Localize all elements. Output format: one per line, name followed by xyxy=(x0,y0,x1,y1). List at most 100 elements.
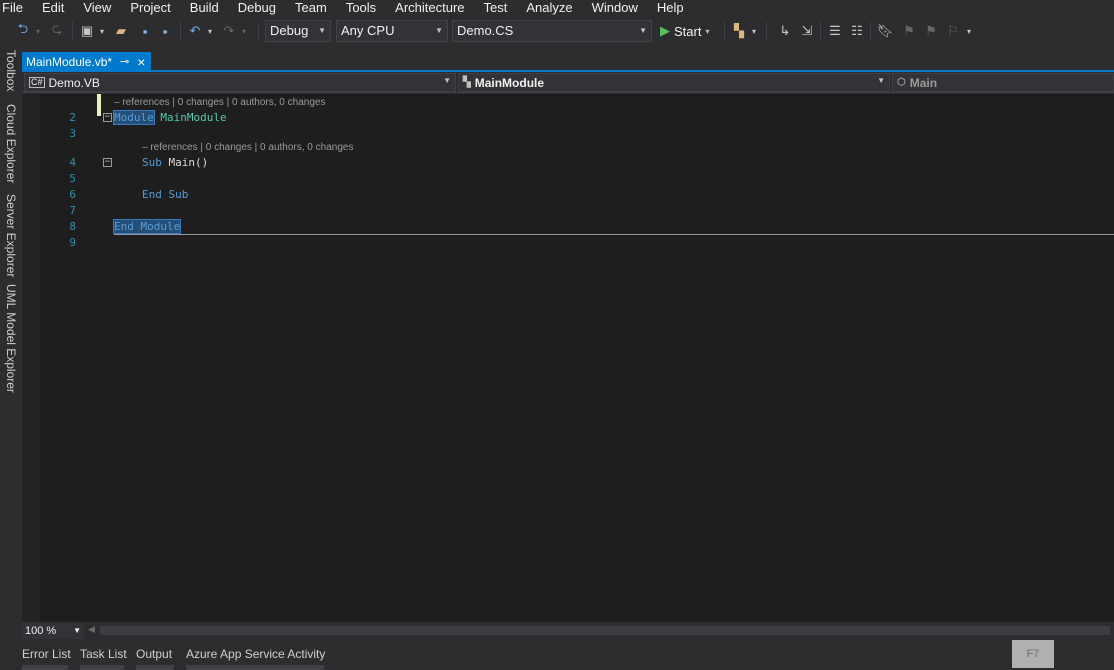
outdent-icon[interactable]: ☰ xyxy=(826,22,844,40)
startup-project-value: Demo.CS xyxy=(457,23,514,38)
browser-link-icon[interactable]: ▚ xyxy=(730,22,748,40)
bottom-tool-tabs: Error List Task List Output Azure App Se… xyxy=(0,640,1114,670)
code-line: Sub Main() xyxy=(142,156,208,169)
side-tab-server-explorer[interactable]: Server Explorer xyxy=(0,194,18,277)
line-number: 7 xyxy=(69,204,76,217)
back-dropdown-icon[interactable]: ▾ xyxy=(34,22,42,40)
menu-analyze[interactable]: Analyze xyxy=(526,0,581,15)
solution-configuration-select[interactable]: Debug ▼ xyxy=(265,20,331,42)
change-indicator xyxy=(97,94,101,116)
play-icon: ▶ xyxy=(660,23,670,38)
next-bookmark-icon[interactable]: ⚑ xyxy=(922,22,940,40)
zoom-select[interactable]: 100 % ▼ xyxy=(22,623,84,639)
menu-bar: File Edit View Project Build Debug Team … xyxy=(0,0,1114,15)
tab-task-list[interactable]: Task List xyxy=(80,647,127,661)
tab-output[interactable]: Output xyxy=(136,647,172,661)
menu-project[interactable]: Project xyxy=(130,0,179,15)
tab-indicator xyxy=(186,665,324,670)
startup-project-select[interactable]: Demo.CS ▼ xyxy=(452,20,652,42)
undo-icon[interactable]: ↶ xyxy=(186,22,204,40)
start-dropdown-icon[interactable]: ▾ xyxy=(705,27,709,36)
toolbar-separator xyxy=(820,22,821,40)
module-icon: ▚ xyxy=(463,77,471,88)
keystroke-label: F7 xyxy=(1026,648,1040,660)
toolbar-separator xyxy=(766,22,767,40)
toolbar-separator xyxy=(180,22,181,40)
identifier-token: Main() xyxy=(161,156,209,169)
keyword-token: Module xyxy=(113,110,155,125)
code-line: Module MainModule xyxy=(113,110,227,125)
clear-bookmarks-icon[interactable]: ⚐ xyxy=(944,22,962,40)
document-tab-strip: MainModule.vb* ⊸ × xyxy=(22,52,1114,72)
save-all-icon[interactable]: ▪ xyxy=(156,22,174,40)
start-label: Start xyxy=(674,23,702,39)
menu-view[interactable]: View xyxy=(83,0,120,15)
editor-status-strip: 100 % ▼ ◀ xyxy=(22,622,1114,639)
menu-build[interactable]: Build xyxy=(190,0,228,15)
save-icon[interactable]: ▪ xyxy=(136,22,154,40)
menu-test[interactable]: Test xyxy=(484,0,517,15)
chevron-down-icon: ▼ xyxy=(318,26,326,35)
close-icon[interactable]: × xyxy=(137,55,145,69)
toolbar-separator xyxy=(258,22,259,40)
toolbar-overflow-icon[interactable]: ▾ xyxy=(964,22,974,40)
bookmark-icon[interactable]: 🔖︎ xyxy=(876,22,894,40)
menu-help[interactable]: Help xyxy=(657,0,693,15)
side-tab-cloud-explorer[interactable]: Cloud Explorer xyxy=(0,104,18,183)
menu-edit[interactable]: Edit xyxy=(42,0,73,15)
side-tab-toolbox[interactable]: Toolbox xyxy=(0,50,18,91)
navigate-back-icon[interactable]: ⮌ xyxy=(14,21,32,40)
chevron-down-icon: ▼ xyxy=(435,26,443,35)
horizontal-scrollbar[interactable] xyxy=(100,626,1110,635)
side-tool-tabs: Toolbox Cloud Explorer Server Explorer U… xyxy=(0,48,18,643)
project-icon: C# xyxy=(29,77,45,88)
line-number: 6 xyxy=(69,188,76,201)
side-tab-uml-model-explorer[interactable]: UML Model Explorer xyxy=(0,284,18,393)
line-number: 2 xyxy=(69,111,76,124)
zoom-value: 100 % xyxy=(25,625,57,637)
previous-bookmark-icon[interactable]: ⚑ xyxy=(900,22,918,40)
indent-icon[interactable]: ☷ xyxy=(848,22,866,40)
new-dropdown-icon[interactable]: ▾ xyxy=(98,22,106,40)
type-value: MainModule xyxy=(474,75,545,90)
step-into-icon[interactable]: ↳ xyxy=(776,22,794,40)
codelens-module[interactable]: – references | 0 changes | 0 authors, 0 … xyxy=(114,97,325,108)
collapse-icon[interactable]: − xyxy=(103,113,112,122)
start-debugging-button[interactable]: ▶ Start ▾ xyxy=(660,20,709,42)
menu-architecture[interactable]: Architecture xyxy=(395,0,473,15)
menu-team[interactable]: Team xyxy=(295,0,336,15)
codelens-sub[interactable]: – references | 0 changes | 0 authors, 0 … xyxy=(142,142,353,153)
code-editor[interactable]: – references | 0 changes | 0 authors, 0 … xyxy=(22,94,1114,622)
menu-file[interactable]: File xyxy=(0,0,32,15)
member-select[interactable]: ⬡ Main xyxy=(892,73,1114,92)
toolbar-separator xyxy=(870,22,871,40)
tab-error-list[interactable]: Error List xyxy=(22,647,71,661)
tab-azure-app-service-activity[interactable]: Azure App Service Activity xyxy=(186,647,325,661)
tab-indicator xyxy=(80,665,124,670)
undo-dropdown-icon[interactable]: ▾ xyxy=(206,22,214,40)
chevron-down-icon: ▼ xyxy=(73,626,81,635)
browser-link-dropdown-icon[interactable]: ▾ xyxy=(750,22,758,40)
document-tab[interactable]: MainModule.vb* ⊸ × xyxy=(22,52,152,71)
scroll-left-icon[interactable]: ◀ xyxy=(88,624,95,635)
menu-debug[interactable]: Debug xyxy=(238,0,285,15)
chevron-down-icon: ▼ xyxy=(639,26,647,35)
redo-icon[interactable]: ↷ xyxy=(220,22,238,40)
navigate-forward-icon[interactable]: ⮎ xyxy=(48,21,66,40)
menu-tools[interactable]: Tools xyxy=(346,0,385,15)
open-file-icon[interactable]: ▰ xyxy=(112,22,130,40)
collapse-icon[interactable]: − xyxy=(103,158,112,167)
pin-icon[interactable]: ⊸ xyxy=(120,55,129,68)
platform-value: Any CPU xyxy=(341,23,395,38)
tab-indicator xyxy=(136,665,174,670)
step-over-icon[interactable]: ⇲ xyxy=(798,22,816,40)
chevron-down-icon: ▼ xyxy=(877,76,885,85)
solution-platform-select[interactable]: Any CPU ▼ xyxy=(336,20,448,42)
menu-window[interactable]: Window xyxy=(592,0,647,15)
project-value: Demo.VB xyxy=(48,75,100,90)
redo-dropdown-icon[interactable]: ▾ xyxy=(240,22,248,40)
project-select[interactable]: C# Demo.VB ▼ xyxy=(24,73,456,92)
type-select[interactable]: ▚ MainModule ▼ xyxy=(458,73,890,92)
chevron-down-icon: ▼ xyxy=(443,76,451,85)
new-project-icon[interactable]: ▣ xyxy=(78,22,96,40)
